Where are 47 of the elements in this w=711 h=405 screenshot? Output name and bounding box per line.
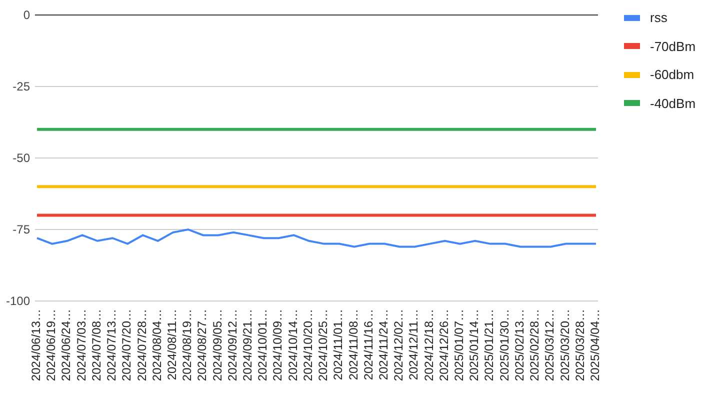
x-axis-label: 2024/11/16… [361,309,376,380]
x-axis-label: 2025/03/12… [542,309,557,382]
y-axis-label: -75 [12,222,30,236]
x-axis-label: 2025/04/04… [588,309,602,382]
x-axis-label: 2025/03/20… [558,309,572,382]
x-axis-label: 2024/06/19… [44,309,58,382]
x-axis-label: 2024/09/12… [225,309,240,382]
x-axis-label: 2025/01/30… [497,309,512,382]
x-axis-label: 2025/02/13… [512,309,526,382]
x-axis-label: 2024/08/19… [180,309,194,382]
legend-label: rss [650,9,668,27]
x-axis-label: 2024/08/11… [164,309,179,380]
x-axis-label: 2025/03/28… [572,309,587,382]
legend-label: -60dbm [650,66,694,84]
x-axis-label: 2025/01/21… [482,309,496,382]
x-axis-label: 2024/07/13… [104,309,119,382]
legend-label: -70dBm [650,38,696,56]
x-axis-label: 2024/11/08… [346,309,360,380]
x-axis-label: 2024/10/01… [256,309,270,382]
x-axis-label: 2024/06/13… [29,309,43,382]
x-axis-label: 2024/12/18… [422,309,436,382]
x-axis-label: 2024/08/27… [195,309,210,382]
x-axis-label: 2024/07/28… [134,309,149,382]
x-axis-label: 2024/09/21… [240,309,255,382]
x-axis-label: 2024/10/25… [316,309,330,382]
x-axis-label: 2024/10/20… [300,309,315,382]
x-axis-label: 2024/07/08… [89,309,104,382]
y-axis-label: 0 [23,8,30,22]
y-axis-label: -50 [12,151,30,165]
x-axis-label: 2025/01/07… [452,309,466,382]
x-axis-label: 2024/10/14… [286,309,300,382]
legend-label: -40dBm [650,94,696,112]
x-axis-label: 2024/12/02… [392,309,406,382]
x-axis-label: 2024/07/03… [74,309,88,382]
x-axis-label: 2024/08/04… [150,309,164,382]
x-axis-label: 2024/06/24… [59,309,74,382]
x-axis-label: 2024/12/11… [406,309,421,380]
y-axis-label: -100 [6,294,30,308]
x-axis-label: 2024/11/01… [331,309,346,380]
y-axis-label: -25 [12,80,30,94]
x-axis-label: 2025/02/28… [528,309,542,382]
x-axis-label: 2024/12/26… [436,309,451,382]
x-axis-label: 2024/10/09… [270,309,285,382]
x-axis-label: 2024/11/24… [376,309,390,380]
x-axis-label: 2025/01/14… [467,309,482,382]
x-axis-label: 2024/09/05… [210,309,224,382]
x-axis-label: 2024/07/20… [120,309,134,382]
